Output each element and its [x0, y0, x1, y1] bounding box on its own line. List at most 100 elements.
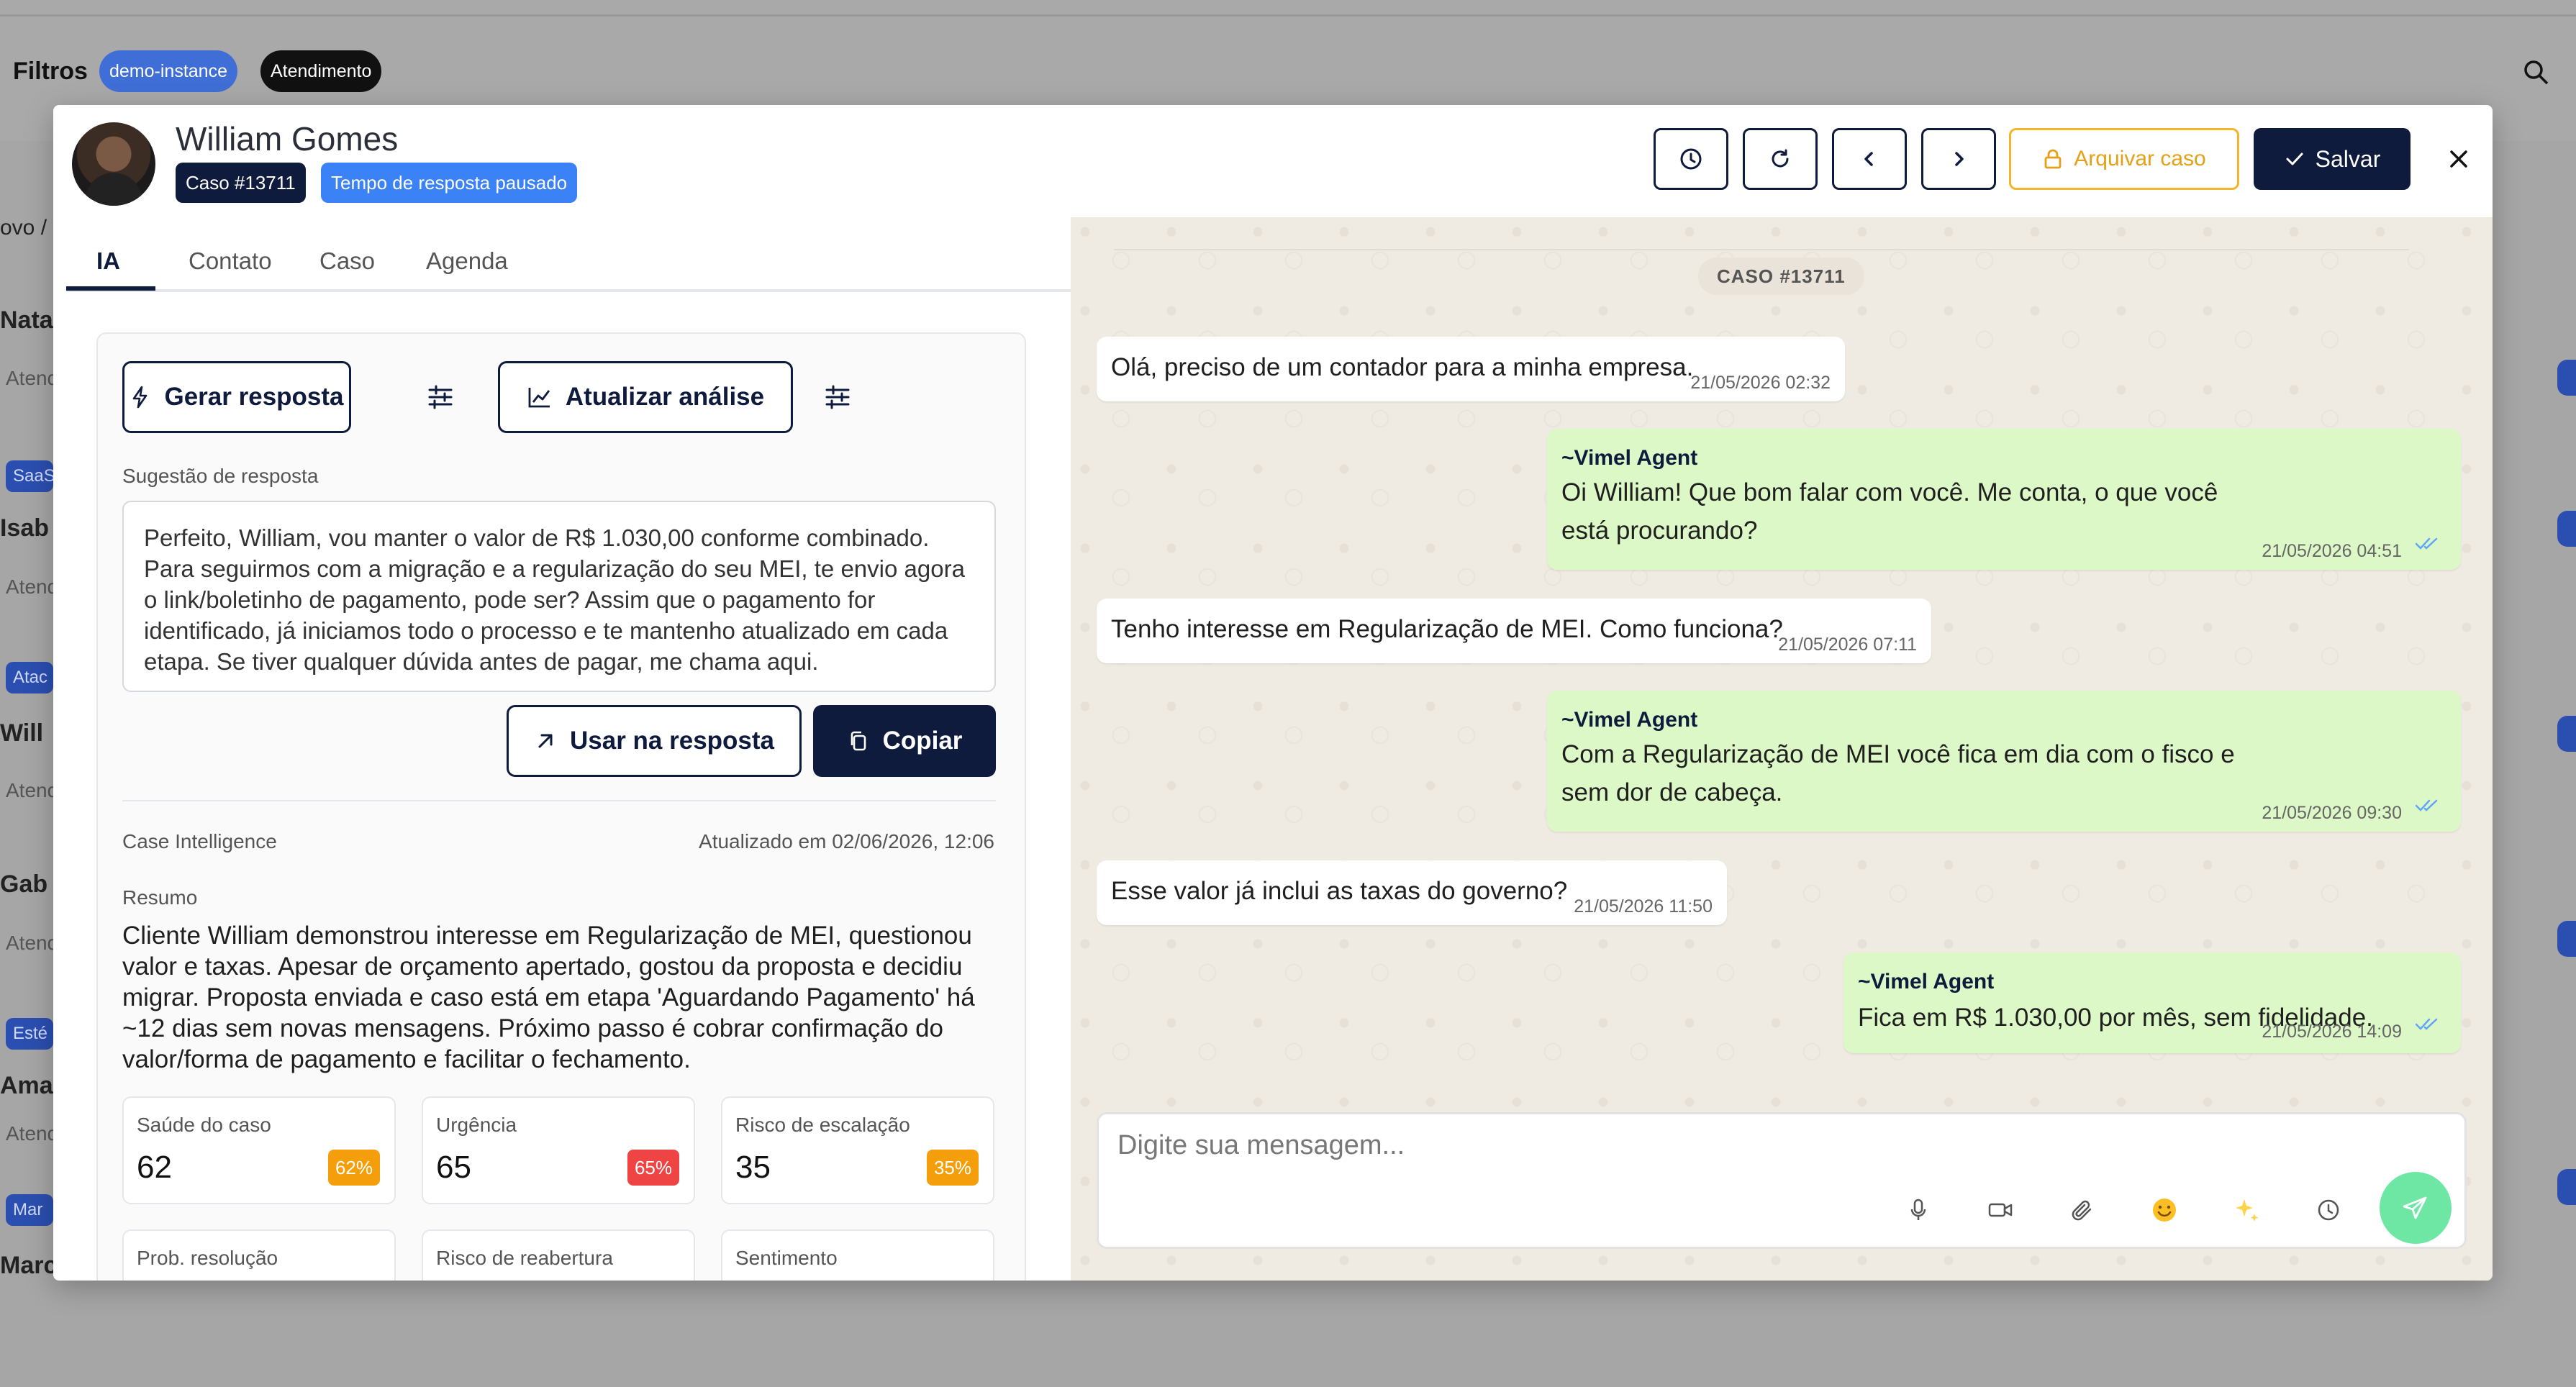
left-panel: IA Contato Caso Agenda Gerar resposta At…	[53, 217, 1071, 1281]
message-composer[interactable]: Digite sua mensagem...	[1097, 1112, 2467, 1249]
background-list-sub: Atend	[6, 932, 53, 954]
sparkles-icon[interactable]	[2228, 1192, 2264, 1228]
background-divider	[0, 14, 2576, 17]
close-icon[interactable]	[2441, 141, 2477, 177]
metric-title: Risco de reabertura	[436, 1247, 613, 1269]
update-analysis-button[interactable]: Atualizar análise	[498, 361, 793, 433]
archive-case-label: Arquivar caso	[2074, 147, 2206, 170]
message-time: 21/05/2026 11:50	[1574, 896, 1713, 917]
message-text: Com a Regularização de MEI você fica em …	[1561, 740, 2235, 806]
schedule-clock-icon[interactable]	[2310, 1192, 2346, 1228]
case-number-badge: Caso #13711	[176, 163, 306, 203]
metric-percent-badge: 65%	[627, 1150, 679, 1186]
message-sender: ~Vimel Agent	[1858, 970, 1995, 993]
paperclip-icon[interactable]	[2064, 1192, 2100, 1228]
metric-card-reopen: Risco de reabertura	[422, 1229, 695, 1281]
generate-response-label: Gerar resposta	[164, 383, 344, 411]
message-input[interactable]: Digite sua mensagem...	[1117, 1130, 1405, 1161]
background-list-sub: Atend	[6, 779, 53, 801]
metric-card-sentiment: Sentimento	[721, 1229, 994, 1281]
next-case-button[interactable]	[1921, 128, 1996, 190]
message-text: Oi William! Que bom falar com você. Me c…	[1561, 478, 2218, 545]
metric-value: 62	[137, 1150, 172, 1185]
metric-title: Saúde do caso	[137, 1114, 271, 1136]
background-case-list: ovo / Nata Atend SaaS Isab Atend Atac Wi…	[0, 137, 53, 1331]
avatar	[72, 122, 155, 206]
send-icon	[2403, 1196, 2427, 1219]
history-button[interactable]	[1654, 128, 1728, 190]
message-sender: ~Vimel Agent	[1561, 708, 1698, 732]
tab-agenda[interactable]: Agenda	[426, 247, 508, 275]
suggestion-label: Sugestão de resposta	[122, 465, 319, 487]
chart-line-icon	[528, 388, 550, 408]
background-list-fragment: Gab	[0, 870, 48, 898]
tab-ia[interactable]: IA	[96, 247, 120, 275]
copy-button[interactable]: Copiar	[813, 705, 996, 777]
read-ticks-icon	[2415, 799, 2438, 811]
metric-title: Urgência	[436, 1114, 517, 1136]
previous-case-button[interactable]	[1832, 128, 1907, 190]
message-time: 21/05/2026 14:09	[2262, 1022, 2402, 1042]
archive-case-button[interactable]: Arquivar caso	[2009, 128, 2239, 190]
background-list-tag: Atac	[6, 662, 53, 694]
background-list-sub: Atend	[6, 576, 53, 598]
refresh-button[interactable]	[1743, 128, 1818, 190]
case-intelligence-label: Case Intelligence	[122, 830, 277, 852]
read-ticks-icon	[2415, 537, 2438, 550]
message-incoming: Esse valor já inclui as taxas do governo…	[1097, 860, 1727, 925]
message-time: 21/05/2026 07:11	[1778, 635, 1917, 655]
background-list-fragment: Isab	[0, 514, 50, 542]
background-list-tag: SaaS	[6, 460, 53, 492]
metric-card-escalation: Risco de escalação 35 35%	[721, 1096, 994, 1204]
message-incoming: Tenho interesse em Regularização de MEI.…	[1097, 599, 1931, 663]
check-icon	[2286, 153, 2303, 165]
message-time: 21/05/2026 09:30	[2262, 803, 2402, 823]
background-list-sub: Atend	[6, 367, 53, 389]
background-chat-icon	[2557, 716, 2576, 752]
background-list-sub: Atend	[6, 1122, 53, 1145]
use-in-reply-label: Usar na resposta	[569, 727, 775, 755]
metric-card-urgency: Urgência 65 65%	[422, 1096, 695, 1204]
save-button[interactable]: Salvar	[2254, 128, 2411, 190]
background-list-tag: Mar	[6, 1194, 53, 1226]
summary-label: Resumo	[122, 886, 198, 909]
filter-chip-atendimento[interactable]: Atendimento	[260, 50, 382, 92]
metric-title: Prob. resolução	[137, 1247, 278, 1269]
message-text: Esse valor já inclui as taxas do governo…	[1111, 877, 1568, 905]
copy-icon	[851, 731, 866, 751]
generate-response-button[interactable]: Gerar resposta	[122, 361, 351, 433]
chat-panel: CASO #13711 Olá, preciso de um contador …	[1071, 217, 2493, 1281]
message-outgoing: ~Vimel Agent Com a Regularização de MEI …	[1547, 691, 2461, 832]
tab-caso[interactable]: Caso	[319, 247, 375, 275]
microphone-icon[interactable]	[1900, 1192, 1936, 1228]
metric-value: 35	[735, 1150, 771, 1185]
filter-chip-instance[interactable]: demo-instance	[99, 50, 237, 92]
status-badge: Tempo de resposta pausado	[321, 163, 578, 203]
metric-card-health: Saúde do caso 62 62%	[122, 1096, 396, 1204]
search-icon[interactable]	[2521, 58, 2550, 86]
save-label: Salvar	[2315, 145, 2381, 172]
tab-contato[interactable]: Contato	[189, 247, 272, 275]
clock-icon	[1680, 148, 1702, 170]
case-pill: CASO #13711	[1698, 258, 1864, 295]
copy-label: Copiar	[882, 727, 963, 755]
use-in-reply-button[interactable]: Usar na resposta	[507, 705, 802, 777]
tab-bar: IA Contato Caso Agenda	[66, 217, 1071, 292]
message-text: Olá, preciso de um contador para a minha…	[1111, 353, 1694, 381]
analysis-settings-icon[interactable]	[817, 377, 858, 417]
refresh-icon	[1772, 149, 1789, 168]
send-button[interactable]	[2380, 1172, 2452, 1244]
suggestion-textarea[interactable]: Perfeito, William, vou manter o valor de…	[122, 501, 996, 692]
background-chat-icon	[2557, 1169, 2576, 1205]
background-chat-icon	[2557, 921, 2576, 957]
emoji-icon[interactable]	[2146, 1192, 2182, 1228]
message-incoming: Olá, preciso de um contador para a minha…	[1097, 337, 1845, 401]
message-outgoing: ~Vimel Agent Fica em R$ 1.030,00 por mês…	[1843, 952, 2461, 1053]
ai-panel: Gerar resposta Atualizar análise Sugestã…	[96, 332, 1026, 1281]
generate-settings-icon[interactable]	[420, 377, 461, 417]
message-text: Tenho interesse em Regularização de MEI.…	[1111, 615, 1783, 643]
video-icon[interactable]	[1982, 1192, 2018, 1228]
chevron-right-icon	[1955, 152, 1964, 166]
message-time: 21/05/2026 04:51	[2262, 541, 2402, 561]
background-list-fragment: Nata	[0, 306, 53, 334]
